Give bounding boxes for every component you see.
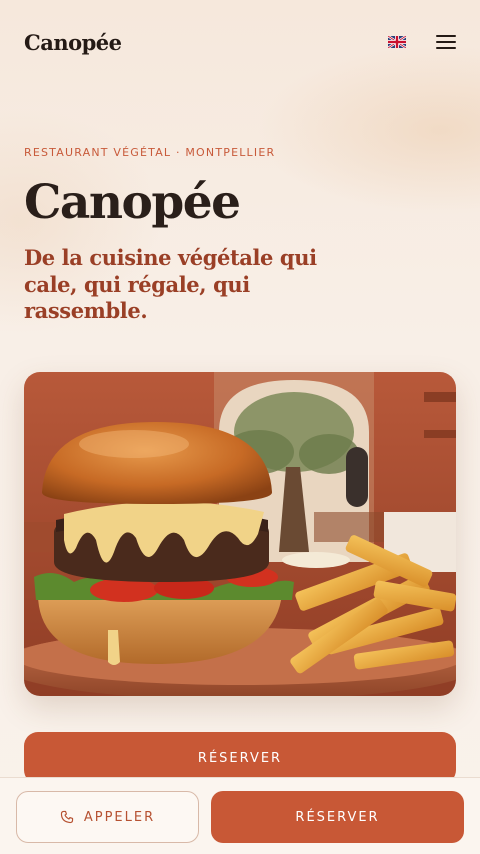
- sticky-action-bar: APPELER RÉSERVER: [0, 777, 480, 854]
- hamburger-menu-icon[interactable]: [436, 34, 456, 50]
- hero-eyebrow: RESTAURANT VÉGÉTAL · MONTPELLIER: [24, 146, 276, 159]
- phone-icon: [60, 810, 73, 824]
- header-actions: [388, 34, 456, 50]
- call-button-label: APPELER: [83, 809, 156, 825]
- reserve-sticky-button[interactable]: RÉSERVER: [211, 791, 464, 843]
- site-header: Canopée: [0, 0, 480, 84]
- uk-flag-icon[interactable]: [388, 36, 406, 48]
- call-button[interactable]: APPELER: [16, 791, 199, 843]
- hero-title: Canopée: [24, 175, 241, 230]
- hero-section: RESTAURANT VÉGÉTAL · MONTPELLIER Canopée…: [24, 146, 456, 325]
- menu-line: [436, 47, 456, 49]
- hero-subtitle: De la cuisine végétale qui cale, qui rég…: [24, 244, 317, 324]
- menu-line: [436, 35, 456, 37]
- burger-photo: [24, 372, 456, 696]
- reserve-sticky-label: RÉSERVER: [295, 809, 380, 825]
- brand-logo[interactable]: Canopée: [24, 30, 122, 55]
- menu-line: [436, 41, 456, 43]
- hero-image: [24, 372, 456, 696]
